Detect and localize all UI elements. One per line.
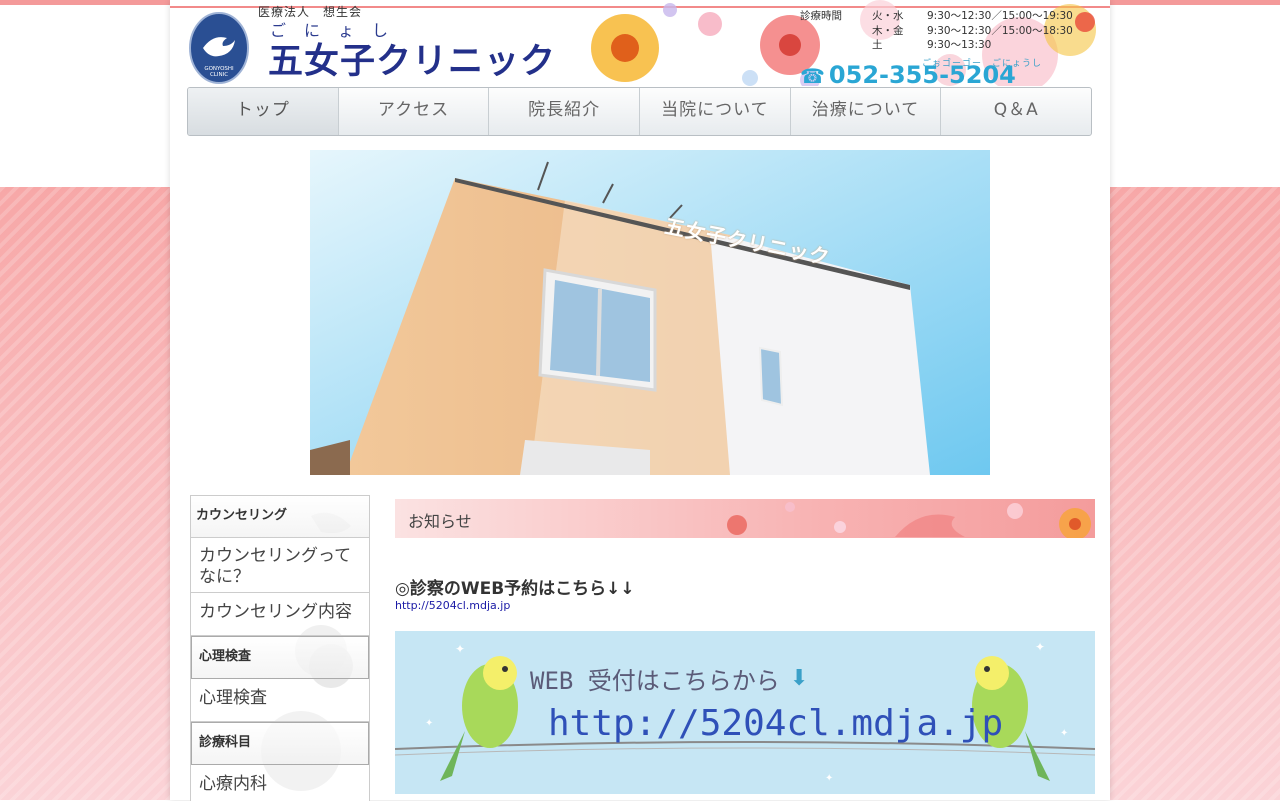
svg-text:✦: ✦ bbox=[825, 773, 833, 784]
sidebar-item-counseling-content[interactable]: カウンセリング内容 bbox=[191, 593, 369, 636]
nav-item-access[interactable]: アクセス bbox=[339, 88, 490, 135]
hours-row: 土 9:30～13:30 bbox=[872, 39, 992, 51]
hours-row: 火・水 9:30～12:30／15:00～19:30 bbox=[872, 10, 1073, 22]
nav-item-qa[interactable]: Q＆A bbox=[941, 88, 1091, 135]
hours-label: 診療時間 bbox=[800, 10, 842, 22]
sidebar-item-psychosomatic[interactable]: 心療内科 bbox=[191, 765, 369, 801]
svg-text:✦: ✦ bbox=[1035, 640, 1045, 654]
page-container: GONYOSHI CLINIC 医療法人 想生会 ごにょし 五女子クリニック 診… bbox=[170, 0, 1110, 801]
banner-text-line1: WEB 受付はこちらから bbox=[530, 667, 780, 695]
clinic-name[interactable]: 五女子クリニック bbox=[268, 33, 556, 84]
web-reservation-banner[interactable]: ✦ ✦ ✦ ✦ ✦ ⬇ WEB 受付はこちらから http://5204cl.m… bbox=[395, 631, 1095, 794]
nav-item-about[interactable]: 当院について bbox=[640, 88, 791, 135]
hero-image: 五女子クリニック bbox=[310, 150, 990, 475]
clinic-logo[interactable]: GONYOSHI CLINIC bbox=[189, 12, 249, 84]
nav-item-top[interactable]: トップ bbox=[188, 88, 339, 135]
phone-icon: ☎ bbox=[800, 64, 825, 86]
sidebar-heading-counseling: カウンセリング bbox=[191, 496, 369, 538]
main-nav: トップ アクセス 院長紹介 当院について 治療について Q＆A bbox=[187, 87, 1092, 136]
banner-text-line2: http://5204cl.mdja.jp bbox=[548, 703, 1004, 744]
svg-text:⬇: ⬇ bbox=[790, 666, 808, 691]
svg-text:✦: ✦ bbox=[455, 642, 465, 656]
svg-text:✦: ✦ bbox=[1060, 728, 1068, 739]
sidebar-heading-psych-test: 心理検査 bbox=[191, 636, 369, 679]
news-title: お知らせ bbox=[408, 512, 472, 531]
site-header: GONYOSHI CLINIC 医療法人 想生会 ごにょし 五女子クリニック 診… bbox=[170, 0, 1110, 86]
phone-number[interactable]: ☎ 052-355-5204 bbox=[800, 61, 1016, 86]
nav-item-treatment[interactable]: 治療について bbox=[791, 88, 942, 135]
news-heading-bar: お知らせ bbox=[395, 499, 1095, 538]
svg-text:✦: ✦ bbox=[425, 718, 433, 729]
sidebar-heading-departments: 診療科目 bbox=[191, 722, 369, 765]
sidebar-item-counseling-what[interactable]: カウンセリングってなに？ bbox=[191, 538, 369, 593]
news-decoration bbox=[727, 502, 1091, 538]
svg-text:CLINIC: CLINIC bbox=[210, 72, 228, 78]
hours-row: 木・金 9:30～12:30／15:00～18:30 bbox=[872, 24, 1073, 37]
sidebar: カウンセリング カウンセリングってなに？ カウンセリング内容 心理検査 心理検査… bbox=[190, 495, 370, 801]
nav-item-director[interactable]: 院長紹介 bbox=[489, 88, 641, 135]
web-reservation-link[interactable]: http://5204cl.mdja.jp bbox=[395, 599, 510, 612]
web-reservation-title: ◎診察のWEB予約はこちら↓↓ bbox=[395, 579, 635, 599]
sidebar-item-psych-test[interactable]: 心理検査 bbox=[191, 679, 369, 722]
